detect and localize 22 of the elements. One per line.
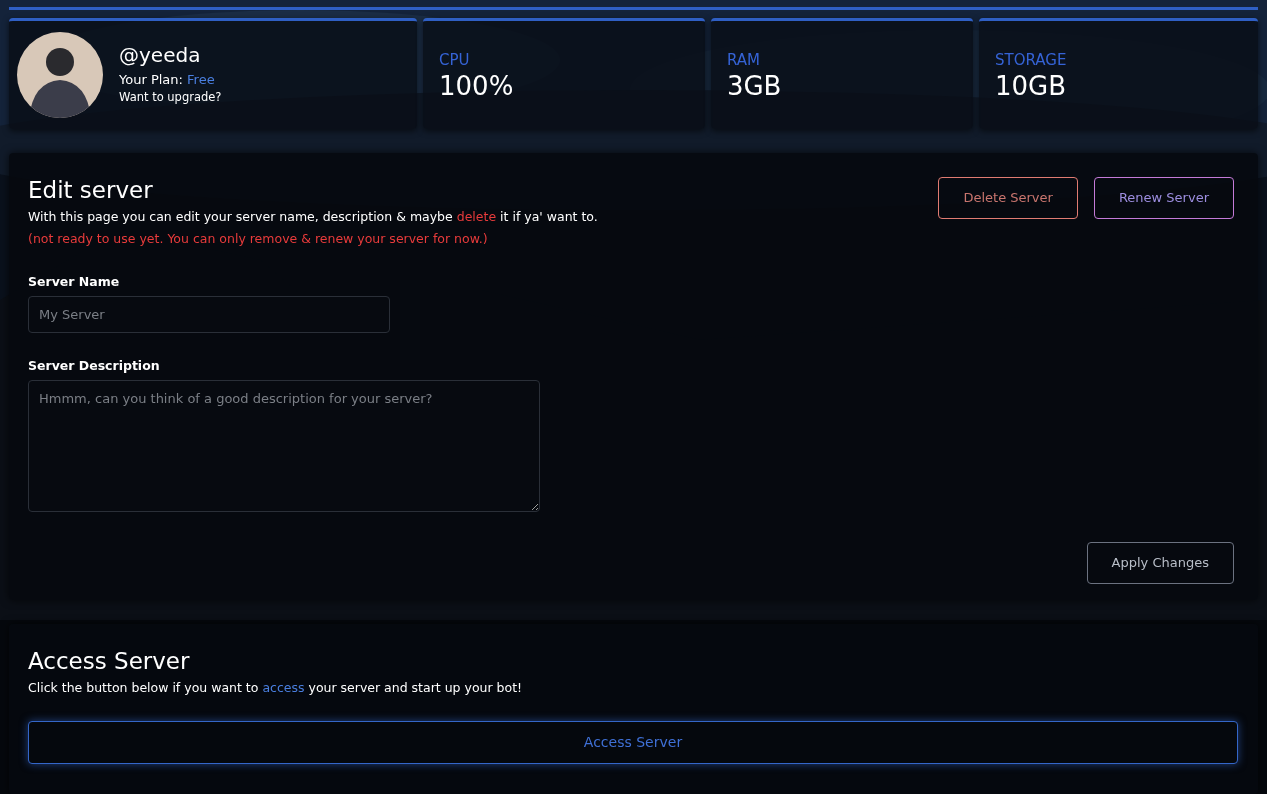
stat-value: 3GB bbox=[726, 71, 783, 101]
stat-label: RAM bbox=[726, 50, 761, 72]
notice-text: (not ready to use yet. You can only remove & renew your server for now.) bbox=[28, 230, 489, 249]
delete-button[interactable]: Delete Server bbox=[938, 177, 1078, 219]
access-button[interactable]: Access Server bbox=[28, 721, 1238, 765]
stat-label: STORAGE bbox=[995, 50, 1068, 72]
textarea-field[interactable]: Hmmm, can you think of a good description for your server? bbox=[28, 380, 540, 512]
description-text: Click the button below if you want to access your server and start up your bot! bbox=[28, 678, 524, 697]
stat-value: 100% bbox=[439, 71, 515, 101]
stat-value: 10GB bbox=[995, 71, 1068, 101]
apply-button[interactable]: Apply Changes bbox=[1086, 542, 1234, 584]
section-title: Edit server bbox=[28, 176, 154, 205]
username: @yeeda bbox=[119, 43, 202, 66]
upgrade-link[interactable]: Want to upgrade? bbox=[119, 89, 222, 107]
section-title: Access Server bbox=[28, 647, 191, 676]
stat-label: CPU bbox=[439, 50, 471, 72]
description-text: With this page you can edit your server name, description & maybe delete it if ya' want to. bbox=[28, 207, 598, 226]
plan-text: Your Plan: Free bbox=[119, 70, 216, 89]
input-field[interactable]: My Server bbox=[28, 295, 390, 334]
renew-button[interactable]: Renew Server bbox=[1093, 177, 1234, 219]
field-label: Server Description bbox=[28, 357, 161, 376]
field-label: Server Name bbox=[28, 273, 121, 291]
